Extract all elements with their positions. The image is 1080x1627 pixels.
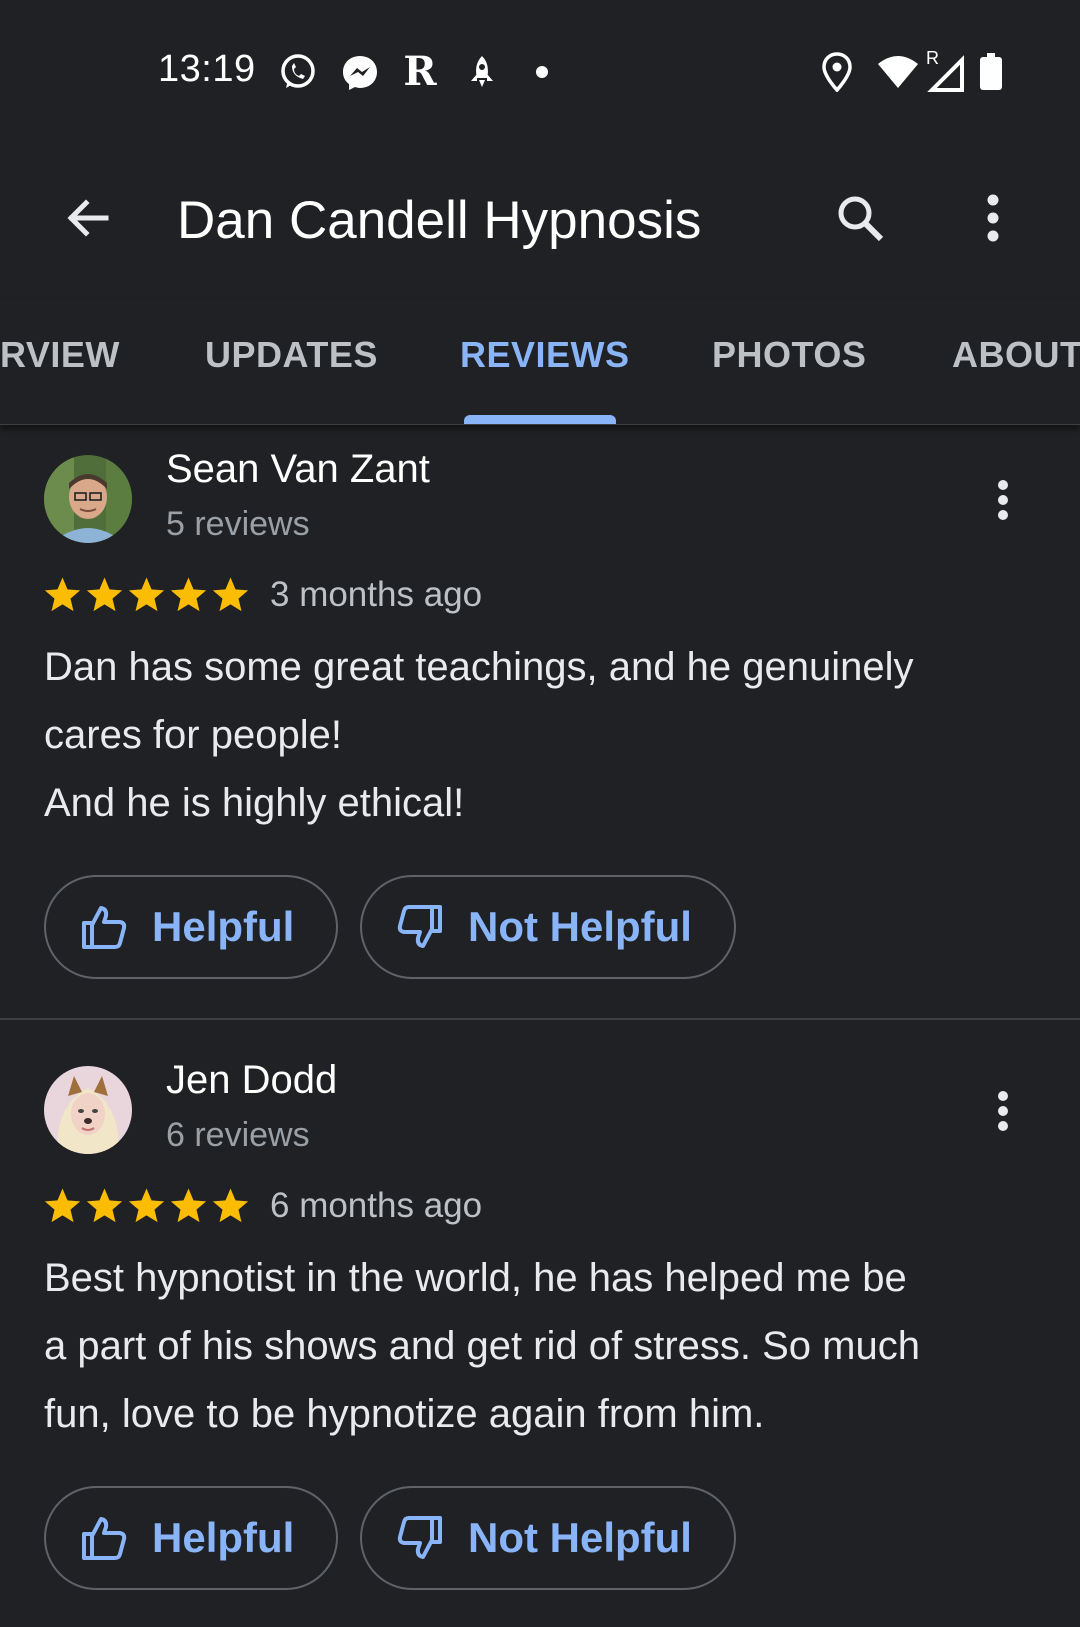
reviewer-name[interactable]: Sean Van Zant [166,447,430,492]
battery-icon [976,52,1006,92]
signal-icon: R [922,48,968,92]
tab-reviews[interactable]: REVIEWS [460,334,630,376]
overflow-menu-button[interactable] [968,188,1018,248]
review-overflow-button[interactable] [985,1084,1021,1138]
messenger-icon [340,52,380,92]
whatsapp-icon [278,52,318,92]
r-app-icon: R [403,48,437,95]
helpful-label: Helpful [152,1514,295,1561]
not-helpful-label: Not Helpful [468,1514,692,1561]
status-bar: 13:19 R R [0,0,1080,150]
rating-stars [42,575,251,615]
thumb-up-icon [82,906,127,949]
tab-about[interactable]: ABOUT [952,334,1080,376]
review-text: Best hypnotist in the world, he has help… [44,1244,1034,1448]
helpful-button[interactable]: Helpful [44,875,338,979]
star-icon [212,577,249,612]
helpful-label: Helpful [152,903,295,950]
page-title: Dan Candell Hypnosis [177,191,702,250]
thumb-down-icon [397,1516,442,1559]
star-icon [86,577,123,612]
review-text-line: Dan has some great teachings, and he gen… [44,645,914,689]
active-tab-indicator [464,415,616,424]
review-date: 3 months ago [270,575,483,614]
wifi-icon [876,52,920,92]
star-icon [44,577,81,612]
location-icon [817,52,857,92]
review-text-line: a part of his shows and get rid of stres… [44,1324,920,1368]
dot-icon [522,52,562,92]
more-vert-icon [998,1091,1008,1131]
not-helpful-label: Not Helpful [468,903,692,950]
search-button[interactable] [830,188,890,248]
not-helpful-button[interactable]: Not Helpful [360,875,736,979]
review-divider [0,1018,1080,1020]
helpful-button[interactable]: Helpful [44,1486,338,1590]
more-vert-icon [987,194,999,242]
back-button[interactable] [58,188,118,248]
tab-photos[interactable]: PHOTOS [712,334,866,376]
arrow-back-icon [67,199,109,237]
review-text-line: cares for people! [44,713,342,757]
roaming-indicator: R [926,48,939,68]
avatar[interactable] [44,455,132,543]
review-card: Sean Van Zant 5 reviews 3 months ago Dan… [0,425,1080,1015]
reviewer-name[interactable]: Jen Dodd [166,1058,337,1103]
reviewer-review-count: 6 reviews [166,1116,310,1154]
review-card: Jen Dodd 6 reviews 6 months ago Best hyp… [0,1036,1080,1627]
search-icon [838,196,884,242]
rocket-icon [462,52,502,92]
review-text: Dan has some great teachings, and he gen… [44,633,1034,837]
review-date: 6 months ago [270,1186,483,1225]
star-icon [128,577,165,612]
thumb-down-icon [397,905,442,948]
tab-overview[interactable]: RVIEW [0,334,120,376]
avatar[interactable] [44,1066,132,1154]
star-icon [128,1188,165,1223]
more-vert-icon [998,480,1008,520]
thumb-up-icon [82,1517,127,1560]
review-overflow-button[interactable] [985,473,1021,527]
tab-updates[interactable]: UPDATES [205,334,378,376]
reviewer-review-count: 5 reviews [166,505,310,543]
star-icon [86,1188,123,1223]
star-icon [44,1188,81,1223]
rating-stars [42,1186,251,1226]
status-time: 13:19 [158,48,256,90]
star-icon [170,577,207,612]
not-helpful-button[interactable]: Not Helpful [360,1486,736,1590]
review-text-line: Best hypnotist in the world, he has help… [44,1256,907,1300]
tab-bar: RVIEW UPDATES REVIEWS PHOTOS ABOUT [0,300,1080,425]
star-icon [212,1188,249,1223]
app-bar: Dan Candell Hypnosis [0,150,1080,300]
star-icon [170,1188,207,1223]
review-text-line: fun, love to be hypnotize again from him… [44,1392,765,1436]
review-text-line: And he is highly ethical! [44,781,465,825]
